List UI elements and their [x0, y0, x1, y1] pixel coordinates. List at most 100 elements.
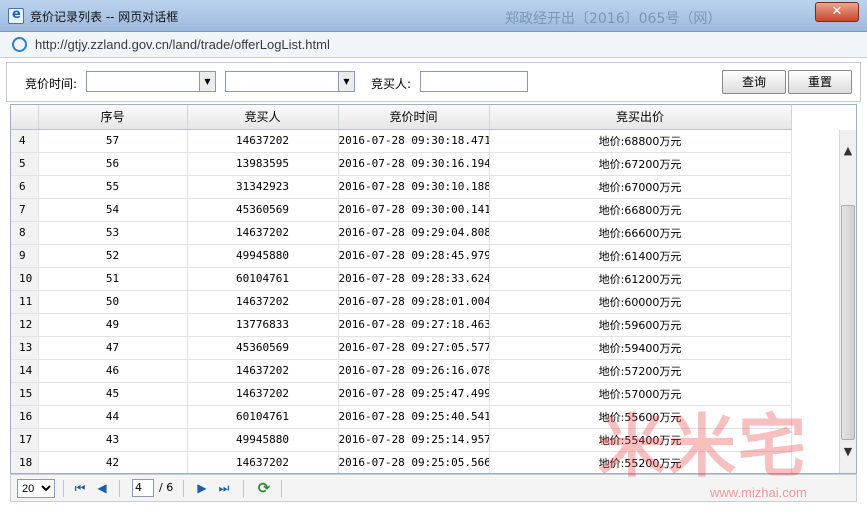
table-row[interactable]: 14 46 14637202 2016-07-28 09:26:16.078 地价:57… — [11, 359, 792, 383]
bid-time-cell: 2016-07-28 09:25:40.541 — [338, 405, 490, 429]
row-number-cell: 8 — [11, 221, 39, 245]
bid-price-cell: 地价:55200万元 — [489, 451, 792, 473]
row-number-cell: 6 — [11, 175, 39, 199]
row-number-cell: 4 — [11, 129, 39, 153]
last-page-icon[interactable]: ⏭ — [215, 479, 233, 497]
scroll-up-icon[interactable]: ▲ — [840, 144, 856, 160]
row-number-cell: 5 — [11, 152, 39, 176]
buyer-label: 竞买人: — [371, 77, 412, 91]
row-number-cell: 16 — [11, 405, 39, 429]
buyer-cell: 13983595 — [187, 152, 339, 176]
seq-cell: 52 — [38, 244, 188, 268]
table-row[interactable]: 13 47 45360569 2016-07-28 09:27:05.577 地价:59… — [11, 336, 792, 360]
buyer-cell: 14637202 — [187, 382, 339, 406]
first-page-icon[interactable]: ⏮ — [71, 479, 89, 497]
bid-price-cell: 地价:59400万元 — [489, 336, 792, 360]
background-page-text: 郑政经开出〔2016〕065号（网） — [505, 11, 722, 27]
table-row[interactable]: 7 54 45360569 2016-07-28 09:30:00.141 地价:668… — [11, 198, 792, 222]
buyer-cell: 13776833 — [187, 313, 339, 337]
bid-time-cell: 2016-07-28 09:27:18.463 — [338, 313, 490, 337]
seq-cell: 44 — [38, 405, 188, 429]
refresh-icon[interactable]: ⟳ — [254, 478, 274, 498]
column-header-rownum — [11, 105, 39, 130]
prev-page-icon[interactable]: ◀ — [93, 479, 111, 497]
table-row[interactable]: 5 56 13983595 2016-07-28 09:30:16.194 地价:672… — [11, 152, 792, 176]
start-time-input[interactable]: ▼ — [86, 71, 216, 92]
table-row[interactable]: 18 42 14637202 2016-07-28 09:25:05.566 地价:55… — [11, 451, 792, 473]
table-row[interactable]: 15 45 14637202 2016-07-28 09:25:47.499 地价:57… — [11, 382, 792, 406]
column-header-seq[interactable]: 序号 — [38, 105, 188, 130]
table-row[interactable]: 16 44 60104761 2016-07-28 09:25:40.541 地价:55… — [11, 405, 792, 429]
buyer-cell: 49945880 — [187, 244, 339, 268]
bid-price-cell: 地价:61200万元 — [489, 267, 792, 291]
seq-cell: 49 — [38, 313, 188, 337]
page-icon — [8, 7, 24, 24]
search-bar: 竞价时间: ▼ ▼ 竞买人: 查询 重置 — [6, 62, 861, 102]
table-row[interactable]: 8 53 14637202 2016-07-28 09:29:04.808 地价:666… — [11, 221, 792, 245]
buyer-cell: 49945880 — [187, 428, 339, 452]
table-row[interactable]: 9 52 49945880 2016-07-28 09:28:45.979 地价:614… — [11, 244, 792, 268]
table-row[interactable]: 11 50 14637202 2016-07-28 09:28:01.004 地价:60… — [11, 290, 792, 314]
column-header-price[interactable]: 竞买出价 — [489, 105, 792, 130]
table-row[interactable]: 17 43 49945880 2016-07-28 09:25:14.957 地价:55… — [11, 428, 792, 452]
row-number-cell: 15 — [11, 382, 39, 406]
row-number-cell: 14 — [11, 359, 39, 383]
bid-price-cell: 地价:66600万元 — [489, 221, 792, 245]
bid-price-cell: 地价:57000万元 — [489, 382, 792, 406]
row-number-cell: 10 — [11, 267, 39, 291]
column-header-time[interactable]: 竞价时间 — [338, 105, 490, 130]
table-row[interactable]: 10 51 60104761 2016-07-28 09:28:33.624 地价:61… — [11, 267, 792, 291]
table-row[interactable]: 12 49 13776833 2016-07-28 09:27:18.463 地价:59… — [11, 313, 792, 337]
end-time-input[interactable]: ▼ — [225, 71, 355, 92]
pager-divider — [183, 480, 184, 497]
dialog-title: 竞价记录列表 -- 网页对话框 — [30, 10, 179, 24]
reset-button[interactable]: 重置 — [788, 70, 852, 94]
seq-cell: 45 — [38, 382, 188, 406]
current-page-input[interactable]: 4 — [132, 479, 154, 497]
seq-cell: 42 — [38, 451, 188, 473]
pagination-bar: 20 ⏮ ◀ 4 / 6 ▶ ⏭ ⟳ — [10, 474, 857, 502]
column-header-buyer[interactable]: 竞买人 — [187, 105, 339, 130]
buyer-cell: 14637202 — [187, 359, 339, 383]
table-row[interactable]: 4 57 14637202 2016-07-28 09:30:18.471 地价:688… — [11, 129, 792, 153]
bid-log-table: 序号 竞买人 竞价时间 竞买出价 4 57 14637202 2016-07-28 0… — [11, 105, 792, 473]
buyer-cell: 14637202 — [187, 290, 339, 314]
ie-icon — [12, 37, 27, 52]
start-date-picker-icon[interactable]: ▼ — [199, 72, 215, 91]
table-header-row: 序号 竞买人 竞价时间 竞买出价 — [11, 105, 792, 130]
dialog-titlebar: 竞价记录列表 -- 网页对话框 郑政经开出〔2016〕065号（网） ✕ — [0, 0, 867, 32]
total-pages-label: / 6 — [159, 481, 174, 494]
close-button[interactable]: ✕ — [815, 2, 859, 22]
pager-divider — [63, 480, 64, 497]
buyer-input[interactable] — [420, 71, 528, 92]
bid-price-cell: 地价:60000万元 — [489, 290, 792, 314]
bid-price-cell: 地价:59600万元 — [489, 313, 792, 337]
bid-price-cell: 地价:66800万元 — [489, 198, 792, 222]
buyer-cell: 45360569 — [187, 198, 339, 222]
seq-cell: 57 — [38, 129, 188, 153]
bid-time-cell: 2016-07-28 09:25:05.566 — [338, 451, 490, 473]
scroll-thumb[interactable] — [841, 205, 855, 440]
row-number-cell: 11 — [11, 290, 39, 314]
buyer-cell: 60104761 — [187, 405, 339, 429]
pager-divider — [119, 480, 120, 497]
bid-price-cell: 地价:61400万元 — [489, 244, 792, 268]
bid-time-cell: 2016-07-28 09:25:14.957 — [338, 428, 490, 452]
next-page-icon[interactable]: ▶ — [193, 479, 211, 497]
scroll-down-icon[interactable]: ▼ — [840, 445, 856, 461]
seq-cell: 55 — [38, 175, 188, 199]
buyer-cell: 14637202 — [187, 129, 339, 153]
vertical-scrollbar[interactable]: ▲ ▼ — [839, 130, 856, 473]
buyer-cell: 60104761 — [187, 267, 339, 291]
buyer-cell: 45360569 — [187, 336, 339, 360]
table-row[interactable]: 6 55 31342923 2016-07-28 09:30:10.188 地价:670… — [11, 175, 792, 199]
bid-time-cell: 2016-07-28 09:27:05.577 — [338, 336, 490, 360]
bid-price-cell: 地价:57200万元 — [489, 359, 792, 383]
end-date-picker-icon[interactable]: ▼ — [338, 72, 354, 91]
pager-divider — [281, 480, 282, 497]
page-size-select[interactable]: 20 — [17, 479, 55, 498]
seq-cell: 50 — [38, 290, 188, 314]
seq-cell: 56 — [38, 152, 188, 176]
buyer-cell: 31342923 — [187, 175, 339, 199]
query-button[interactable]: 查询 — [722, 70, 786, 94]
